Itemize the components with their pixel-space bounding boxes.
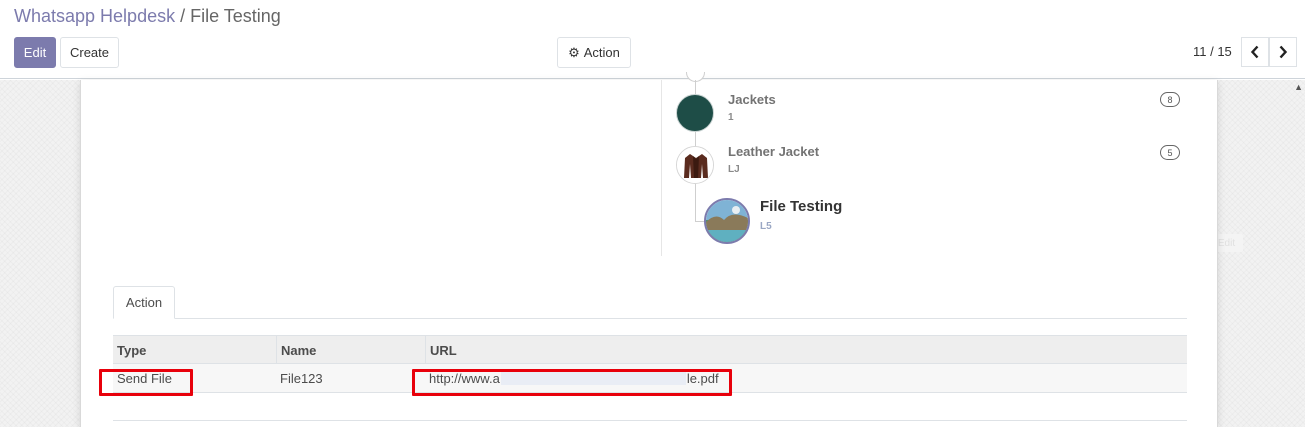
column-header-type[interactable]: Type [113,336,276,364]
hierarchy-connector-child [695,184,696,222]
hierarchy-node-leather-jacket-count[interactable]: 5 [1160,145,1180,160]
table-header: Type Name URL [113,335,1187,364]
chevron-left-icon [1250,45,1259,59]
jacket-image-icon [677,147,713,183]
form-view-content: ▲ Edit Jackets 1 8 Leather Jacket LJ 5 F… [0,72,1305,427]
breadcrumb: Whatsapp Helpdesk / File Testing [14,5,281,27]
table-footer-line [113,420,1187,421]
pager-value[interactable]: 11 / 15 [1193,44,1232,59]
file-testing-avatar [704,198,750,244]
column-header-name[interactable]: Name [276,336,425,364]
control-panel: Whatsapp Helpdesk / File Testing Edit Crea… [0,0,1305,79]
action-menu-label: Action [583,45,620,60]
cell-name: File123 [280,370,323,386]
breadcrumb-parent-link[interactable]: Whatsapp Helpdesk [14,6,175,26]
highlight-box-type [99,369,193,396]
hierarchy-node-leather-jacket-code: LJ [728,164,740,175]
hierarchy-node-leather-jacket-name[interactable]: Leather Jacket [728,144,819,159]
create-button[interactable]: Create [60,37,119,68]
hierarchy-node-jackets-count[interactable]: 8 [1160,92,1180,107]
form-sheet: Jackets 1 8 Leather Jacket LJ 5 File Tes… [80,72,1218,427]
landscape-image-icon [706,200,748,242]
highlight-box-url [412,369,732,396]
column-header-url[interactable]: URL [425,336,1187,364]
tab-bar [113,318,1187,319]
edit-button[interactable]: Edit [14,37,56,68]
breadcrumb-separator: / [180,6,186,26]
pager-next-button[interactable] [1269,37,1297,67]
action-menu-button[interactable]: ⚙ Action [557,37,631,68]
chevron-right-icon [1279,45,1288,59]
jackets-avatar[interactable] [676,94,714,132]
tab-action[interactable]: Action [113,286,175,319]
hierarchy-node-file-testing-code: L5 [760,221,772,232]
scroll-up-arrow-icon[interactable]: ▲ [1294,82,1303,92]
leather-jacket-avatar[interactable] [676,146,714,184]
breadcrumb-current: File Testing [190,6,281,26]
hierarchy-divider [661,80,662,256]
hierarchy-node-file-testing-name: File Testing [760,198,843,215]
pager-previous-button[interactable] [1241,37,1269,67]
hierarchy-node-jackets-code: 1 [728,112,734,123]
hierarchy-node-jackets-name[interactable]: Jackets [728,92,776,107]
gear-icon: ⚙ [568,44,580,60]
